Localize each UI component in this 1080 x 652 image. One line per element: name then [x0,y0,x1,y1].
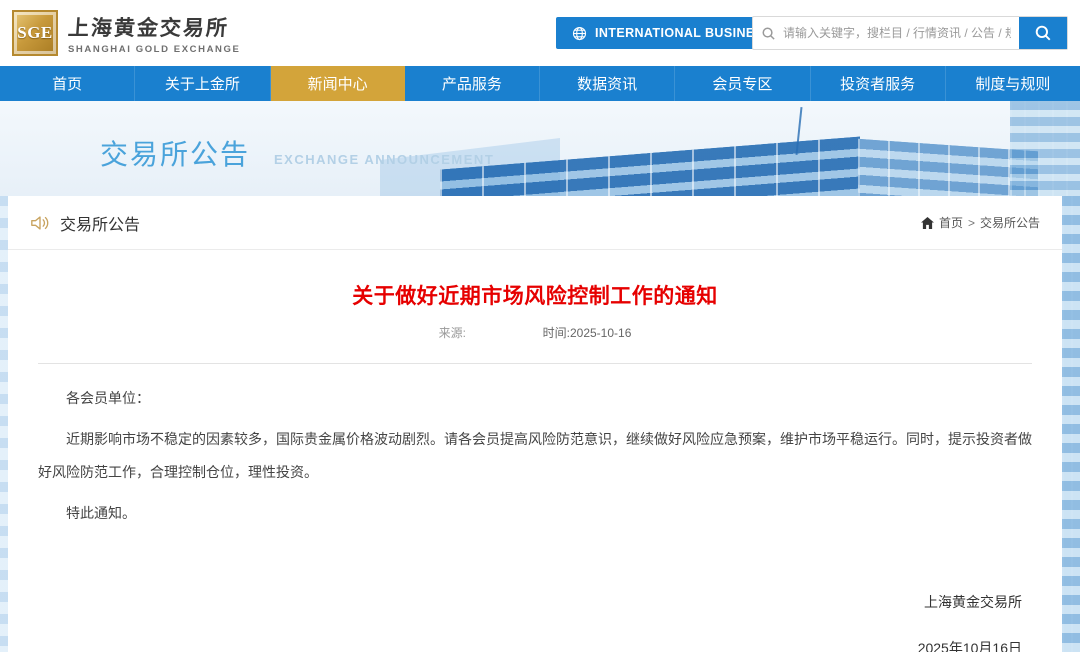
nav-item-news-center[interactable]: 新闻中心 [270,66,405,101]
banner-titles: 交易所公告 EXCHANGE ANNOUNCEMENT [100,133,494,173]
page: SGE 上海黄金交易所 SHANGHAI GOLD EXCHANGE INTER… [0,0,1080,652]
nav-label: 投资者服务 [840,76,916,93]
nav-item-home[interactable]: 首页 [0,66,136,101]
nav-label: 首页 [52,76,83,93]
signature-block: 上海黄金交易所 2025年10月16日 [38,592,1032,652]
article-paragraph: 近期影响市场不稳定的因素较多，国际贵金属价格波动剧烈。请各会员提高风险防范意识，… [38,431,1032,480]
international-business-label: INTERNATIONAL BUSINESS [595,26,773,40]
section-title: 交易所公告 [60,216,141,234]
globe-icon [572,26,587,41]
banner-title-en: EXCHANGE ANNOUNCEMENT [274,152,495,167]
search-box [752,16,1068,50]
logo-badge-text: SGE [17,23,53,42]
nav-label: 关于上金所 [164,76,240,93]
article: 关于做好近期市场风险控制工作的通知 来源: 时间:2025-10-16 各会员单… [8,280,1062,652]
breadcrumb-separator: > [967,215,975,230]
sge-logo-badge: SGE [12,10,58,56]
main-nav: 首页 关于上金所 新闻中心 产品服务 数据资讯 会员专区 投资者服务 制度与规则 [0,66,1080,101]
search-input[interactable] [783,26,1011,40]
logo-text: 上海黄金交易所 SHANGHAI GOLD EXCHANGE [67,12,241,55]
search-submit-icon [1034,24,1052,42]
signature-name: 上海黄金交易所 [924,594,1022,610]
background-strip-left [0,196,8,652]
nav-label: 数据资讯 [577,76,638,93]
nav-label: 产品服务 [441,76,502,93]
breadcrumb-current: 交易所公告 [979,216,1040,230]
search-input-zone [753,17,1019,49]
publish-time: 时间:2025-10-16 [542,326,632,340]
nav-label: 会员专区 [712,76,773,93]
nav-label: 新闻中心 [307,76,368,93]
breadcrumb: 首页 > 交易所公告 [920,214,1040,231]
nav-item-members[interactable]: 会员专区 [675,66,811,101]
meta-divider [38,363,1032,364]
logo-title-en: SHANGHAI GOLD EXCHANGE [68,43,241,55]
building-shape [1010,101,1080,196]
breadcrumb-home[interactable]: 首页 [939,214,963,231]
section-banner: 交易所公告 EXCHANGE ANNOUNCEMENT [0,101,1080,196]
article-paragraph: 各会员单位： [66,390,150,406]
search-icon [761,26,776,41]
content-card: 交易所公告 首页 > 交易所公告 关于做好近期市场风险控制工作的通知 来源: 时… [8,196,1062,652]
nav-item-rules[interactable]: 制度与规则 [946,66,1080,101]
banner-title-cn: 交易所公告 [100,139,251,170]
search-submit-button[interactable] [1019,17,1067,49]
source-label: 来源: [438,326,466,340]
nav-label: 制度与规则 [975,76,1051,93]
home-icon[interactable] [920,216,934,229]
background-strip-right [1062,196,1080,652]
article-meta: 来源: 时间:2025-10-16 [38,324,1032,341]
announcement-speaker-icon [30,214,50,232]
nav-item-products[interactable]: 产品服务 [405,66,540,101]
nav-item-investor-services[interactable]: 投资者服务 [811,66,946,101]
site-logo[interactable]: SGE 上海黄金交易所 SHANGHAI GOLD EXCHANGE [12,10,240,56]
header: SGE 上海黄金交易所 SHANGHAI GOLD EXCHANGE INTER… [0,0,1080,66]
article-title: 关于做好近期市场风险控制工作的通知 [352,285,718,308]
nav-item-data[interactable]: 数据资讯 [540,66,676,101]
article-body: 各会员单位： 近期影响市场不稳定的因素较多，国际贵金属价格波动剧烈。请各会员提高… [38,382,1032,530]
card-header: 交易所公告 首页 > 交易所公告 [8,196,1062,250]
article-paragraph: 特此通知。 [66,505,136,521]
nav-item-about[interactable]: 关于上金所 [135,66,271,101]
signature-date: 2025年10月16日 [917,640,1022,652]
logo-title-cn: 上海黄金交易所 [67,14,230,40]
